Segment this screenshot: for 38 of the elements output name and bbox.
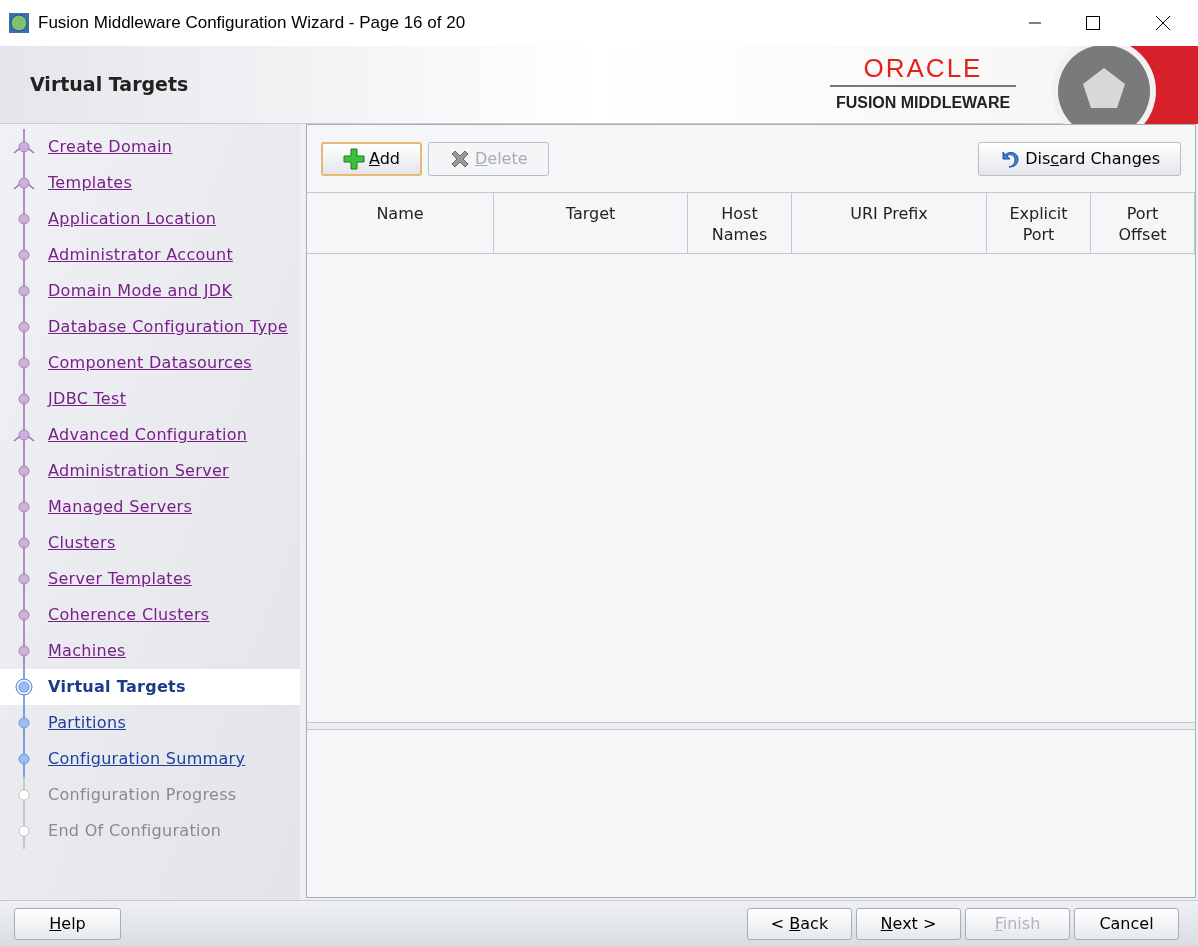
logo-subtitle: FUSION MIDDLEWARE [835,92,1011,113]
wizard-step-link[interactable]: JDBC Test [48,387,127,411]
wizard-step-link[interactable]: Create Domain [48,135,173,159]
wizard-button[interactable]: Next > [856,907,961,940]
wizard-step-link[interactable]: Application Location [48,207,217,231]
wizard-button[interactable]: Help [14,907,121,940]
wizard-step-link[interactable]: Coherence Clusters [48,603,210,627]
wizard-button[interactable]: < Back [747,907,852,940]
wizard-step-link[interactable]: Partitions [48,711,126,735]
wizard-step-link[interactable]: Server Templates [48,567,192,591]
column-header[interactable]: Host Names [688,193,792,253]
column-header[interactable]: Name [307,193,494,253]
toolbar-button[interactable]: Add [321,141,422,176]
window-title: Fusion Middleware Configuration Wizard - Page 16 of 20 [38,12,466,35]
column-header[interactable]: Port Offset [1091,193,1195,253]
column-header[interactable]: URI Prefix [792,193,987,253]
plus-icon [343,147,365,170]
wizard-step-link[interactable]: Administrator Account [48,243,234,267]
wizard-step-link[interactable]: Administration Server [48,459,229,483]
logo-wordmark: ORACLE [863,54,983,81]
column-header[interactable]: Explicit Port [987,193,1091,253]
wizard-step-link[interactable]: Component Datasources [48,351,252,375]
toolbar-button[interactable]: Discard Changes [978,141,1181,176]
wizard-step-link[interactable]: Domain Mode and JDK [48,279,233,303]
wizard-step-link[interactable]: Configuration Summary [48,747,246,771]
app-globe-icon [8,12,30,34]
maximize-icon[interactable] [1085,15,1101,31]
column-header[interactable]: Target [494,193,688,253]
wizard-button[interactable]: Cancel [1074,907,1179,940]
page-title: Virtual Targets [30,72,189,98]
wizard-step-link[interactable]: Managed Servers [48,495,193,519]
wizard-step-link[interactable]: Clusters [48,531,116,555]
wizard-step-link[interactable]: Machines [48,639,126,663]
wizard-step-link[interactable]: Templates [48,171,133,195]
wizard-step-link[interactable]: Advanced Configuration [48,423,248,447]
close-icon[interactable] [1155,15,1171,31]
splitter-handle[interactable] [307,722,1195,730]
wizard-step-link[interactable]: Database Configuration Type [48,315,288,339]
